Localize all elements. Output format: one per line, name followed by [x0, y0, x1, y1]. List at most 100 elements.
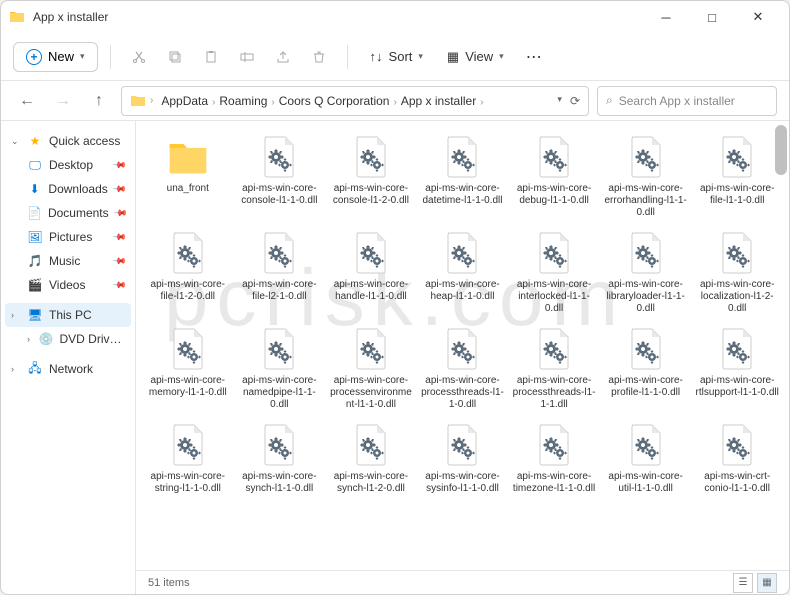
file-item[interactable]: api-ms-win-core-sysinfo-l1-1-0.dll	[419, 417, 507, 499]
file-item[interactable]: api-ms-win-core-processthreads-l1-1-0.dl…	[419, 321, 507, 415]
more-button[interactable]: ⋯	[518, 41, 550, 73]
details-view-button[interactable]: ☰	[733, 573, 753, 593]
music-icon: 🎵	[27, 253, 43, 269]
toolbar: + New ▾ ↑↓ Sort ▾ ▦ View ▾ ⋯	[1, 33, 789, 81]
sidebar-item-documents[interactable]: 📄Documents📌	[5, 201, 131, 225]
file-name: api-ms-win-core-util-l1-1-0.dll	[604, 471, 688, 495]
sidebar-item-label: Documents	[48, 206, 109, 220]
navbar: ← → ↑ › AppData›Roaming›Coors Q Corporat…	[1, 81, 789, 121]
dll-icon	[713, 325, 761, 373]
up-button[interactable]: ↑	[85, 87, 113, 115]
sidebar-this-pc[interactable]: › 🖥 This PC	[5, 303, 131, 327]
sidebar-item-desktop[interactable]: 🖵Desktop📌	[5, 153, 131, 177]
file-item[interactable]: api-ms-win-core-timezone-l1-1-0.dll	[510, 417, 598, 499]
scrollbar[interactable]	[775, 125, 787, 175]
chevron-down-icon: ▾	[499, 51, 504, 62]
sort-button[interactable]: ↑↓ Sort ▾	[360, 43, 433, 70]
search-icon: ⌕	[606, 93, 613, 108]
dll-icon	[530, 133, 578, 181]
pin-icon: 📌	[112, 205, 128, 221]
file-item[interactable]: api-ms-win-core-datetime-l1-1-0.dll	[419, 129, 507, 223]
sidebar-item-music[interactable]: 🎵Music📌	[5, 249, 131, 273]
refresh-button[interactable]: ⟳	[570, 94, 580, 108]
sort-label: Sort	[389, 49, 413, 64]
view-button[interactable]: ▦ View ▾	[437, 43, 514, 71]
sidebar-item-videos[interactable]: 🎬Videos📌	[5, 273, 131, 297]
chevron-down-icon: ▾	[80, 51, 85, 62]
sidebar-item-pictures[interactable]: 🖼Pictures📌	[5, 225, 131, 249]
breadcrumb[interactable]: Coors Q Corporation	[275, 92, 394, 110]
close-button[interactable]: ✕	[735, 1, 781, 33]
file-item[interactable]: api-ms-win-core-file-l2-1-0.dll	[236, 225, 324, 319]
breadcrumb[interactable]: Roaming	[215, 92, 271, 110]
file-name: api-ms-win-core-console-l1-2-0.dll	[329, 183, 413, 207]
file-item[interactable]: api-ms-win-core-console-l1-2-0.dll	[327, 129, 415, 223]
sidebar-item-dvd[interactable]: ›💿DVD Drive (D:) CCCC	[5, 327, 131, 351]
chevron-right-icon: ›	[11, 364, 21, 374]
file-item[interactable]: api-ms-win-core-synch-l1-2-0.dll	[327, 417, 415, 499]
file-item[interactable]: api-ms-win-core-file-l1-1-0.dll	[693, 129, 781, 223]
file-item[interactable]: api-ms-win-core-errorhandling-l1-1-0.dll	[602, 129, 690, 223]
icons-view-button[interactable]: ▦	[757, 573, 777, 593]
breadcrumb[interactable]: AppData	[157, 92, 212, 110]
address-bar[interactable]: › AppData›Roaming›Coors Q Corporation›Ap…	[121, 86, 589, 116]
file-item[interactable]: api-ms-win-core-profile-l1-1-0.dll	[602, 321, 690, 415]
dll-icon	[255, 325, 303, 373]
file-item[interactable]: api-ms-win-core-namedpipe-l1-1-0.dll	[236, 321, 324, 415]
file-item[interactable]: api-ms-win-core-debug-l1-1-0.dll	[510, 129, 598, 223]
file-name: api-ms-win-core-processenvironment-l1-1-…	[329, 375, 413, 411]
paste-button[interactable]	[195, 41, 227, 73]
dll-icon	[530, 229, 578, 277]
folder-item[interactable]: una_front	[144, 129, 232, 223]
sidebar-item-label: Music	[49, 254, 80, 268]
new-button[interactable]: + New ▾	[13, 42, 98, 72]
file-name: api-ms-win-core-file-l1-1-0.dll	[695, 183, 779, 207]
file-item[interactable]: api-ms-win-crt-conio-l1-1-0.dll	[693, 417, 781, 499]
file-item[interactable]: api-ms-win-core-heap-l1-1-0.dll	[419, 225, 507, 319]
maximize-button[interactable]: □	[689, 1, 735, 33]
share-button[interactable]	[267, 41, 299, 73]
file-item[interactable]: api-ms-win-core-file-l1-2-0.dll	[144, 225, 232, 319]
file-item[interactable]: api-ms-win-core-memory-l1-1-0.dll	[144, 321, 232, 415]
videos-icon: 🎬	[27, 277, 43, 293]
file-item[interactable]: api-ms-win-core-localization-l1-2-0.dll	[693, 225, 781, 319]
minimize-button[interactable]: ─	[643, 1, 689, 33]
file-name: api-ms-win-core-localization-l1-2-0.dll	[695, 279, 779, 315]
chevron-right-icon: ›	[480, 97, 483, 108]
file-name: api-ms-win-core-processthreads-l1-1-1.dl…	[512, 375, 596, 411]
chevron-right-icon: ›	[11, 310, 21, 320]
sidebar-quick-access[interactable]: ⌄ ★ Quick access	[5, 129, 131, 153]
file-item[interactable]: api-ms-win-core-processthreads-l1-1-1.dl…	[510, 321, 598, 415]
rename-button[interactable]	[231, 41, 263, 73]
file-item[interactable]: api-ms-win-core-synch-l1-1-0.dll	[236, 417, 324, 499]
file-item[interactable]: api-ms-win-core-libraryloader-l1-1-0.dll	[602, 225, 690, 319]
delete-button[interactable]	[303, 41, 335, 73]
explorer-window: pcrisk.com App x installer ─ □ ✕ + New ▾…	[0, 0, 790, 595]
cut-button[interactable]	[123, 41, 155, 73]
file-name: api-ms-win-core-processthreads-l1-1-0.dl…	[421, 375, 505, 411]
file-item[interactable]: api-ms-win-core-handle-l1-1-0.dll	[327, 225, 415, 319]
network-icon: 🖧	[27, 361, 43, 377]
dll-icon	[164, 325, 212, 373]
back-button[interactable]: ←	[13, 87, 41, 115]
file-item[interactable]: api-ms-win-core-console-l1-1-0.dll	[236, 129, 324, 223]
file-name: api-ms-win-core-errorhandling-l1-1-0.dll	[604, 183, 688, 219]
file-name: api-ms-win-core-sysinfo-l1-1-0.dll	[421, 471, 505, 495]
plus-icon: +	[26, 49, 42, 65]
file-item[interactable]: api-ms-win-core-string-l1-1-0.dll	[144, 417, 232, 499]
copy-button[interactable]	[159, 41, 191, 73]
sidebar-item-label: Network	[49, 362, 93, 376]
forward-button[interactable]: →	[49, 87, 77, 115]
sidebar-network[interactable]: › 🖧 Network	[5, 357, 131, 381]
search-box[interactable]: ⌕ Search App x installer	[597, 86, 777, 116]
dll-icon	[347, 133, 395, 181]
file-item[interactable]: api-ms-win-core-rtlsupport-l1-1-0.dll	[693, 321, 781, 415]
titlebar: App x installer ─ □ ✕	[1, 1, 789, 33]
sidebar-item-label: Desktop	[49, 158, 93, 172]
file-item[interactable]: api-ms-win-core-util-l1-1-0.dll	[602, 417, 690, 499]
history-dropdown[interactable]: ▾	[557, 94, 562, 108]
breadcrumb[interactable]: App x installer	[397, 92, 480, 110]
file-item[interactable]: api-ms-win-core-processenvironment-l1-1-…	[327, 321, 415, 415]
file-item[interactable]: api-ms-win-core-interlocked-l1-1-0.dll	[510, 225, 598, 319]
sidebar-item-downloads[interactable]: ⬇Downloads📌	[5, 177, 131, 201]
